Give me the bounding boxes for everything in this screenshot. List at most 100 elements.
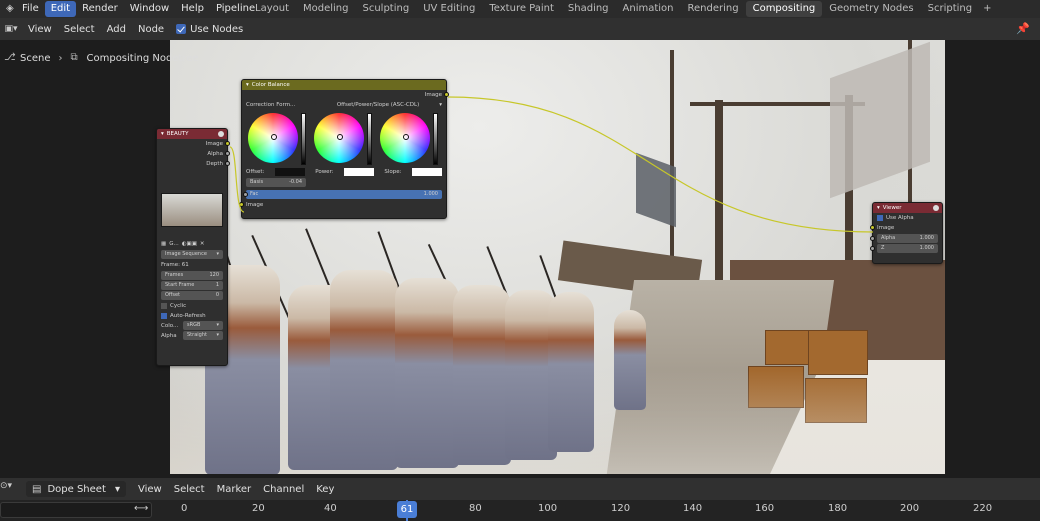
tab-texture-paint[interactable]: Texture Paint [482,1,561,17]
browse-icon[interactable]: ◐▣▣ [182,239,197,249]
preview-toggle-icon[interactable] [933,205,939,211]
chevron-right-icon: › [58,52,63,64]
tab-uv-editing[interactable]: UV Editing [416,1,482,17]
header-menu-node[interactable]: Node [132,24,170,35]
use-alpha-checkbox[interactable]: Use Alpha [873,213,942,223]
file-selector[interactable]: ▦ G... ◐▣▣ ✕ [157,239,227,249]
tick-label: 180 [828,503,848,514]
menu-render[interactable]: Render [76,1,124,17]
offset-value: 0 [215,292,219,298]
dope-menu-key[interactable]: Key [310,484,340,495]
socket-depth-out[interactable] [225,161,230,166]
image-node[interactable]: ▾ BEAUTY Image Alpha Depth ▦ G... ◐▣▣ ✕ … [156,128,230,366]
source-dropdown[interactable]: Image Sequence ▾ [161,250,223,259]
swap-arrows-icon[interactable]: ⟷ [134,503,148,514]
tab-scripting[interactable]: Scripting [921,1,979,17]
color-balance-node[interactable]: ▾ Color Balance Image Correction Form...… [239,79,449,219]
viewer-header[interactable]: ▾ Viewer [873,203,942,213]
tab-sculpting[interactable]: Sculpting [356,1,417,17]
socket-image-out[interactable] [444,92,449,97]
editor-type-selector[interactable]: ⊙▾ [0,481,12,491]
start-frame-field[interactable]: Start Frame 1 [161,281,223,290]
colorspace-dropdown[interactable]: sRGB ▾ [183,321,223,330]
blender-logo-icon[interactable]: ◈ [0,1,16,17]
dope-sheet-mode-dropdown[interactable]: ▤ Dope Sheet ▾ [26,481,126,497]
current-frame-indicator[interactable]: 61 [397,501,417,518]
auto-refresh-checkbox[interactable]: Auto-Refresh [157,311,227,321]
socket-fac-in[interactable] [243,192,248,197]
channel-search-input[interactable] [0,502,152,518]
editor-type-selector[interactable]: ▣▾ [0,21,22,37]
dope-sheet-icon: ▤ [32,483,42,495]
socket-image-in[interactable] [870,225,875,230]
power-color-wheel[interactable] [314,113,364,163]
close-icon[interactable]: ✕ [200,239,205,249]
offset-wheel-group [248,113,306,165]
file-name: G... [169,241,179,247]
viewer-node[interactable]: ▾ Viewer Use Alpha Image Alpha 1.000 Z 1.0… [870,202,943,264]
frames-label: Frames [165,272,184,278]
offset-label: Offset [165,292,181,298]
socket-image-out[interactable] [225,141,230,146]
soldier [614,310,646,410]
header-menu-add[interactable]: Add [101,24,132,35]
alpha-mode-dropdown[interactable]: Straight ▾ [183,331,223,340]
tab-shading[interactable]: Shading [561,1,616,17]
menu-help[interactable]: Help [175,1,210,17]
menu-window[interactable]: Window [124,1,175,17]
basis-label: Basis [250,179,264,185]
node-collapse-icon[interactable]: ▾ [161,131,164,137]
header-menu-select[interactable]: Select [58,24,101,35]
header-menu-view[interactable]: View [22,24,58,35]
frames-field[interactable]: Frames 120 [161,271,223,280]
dope-menu-marker[interactable]: Marker [211,484,258,495]
alpha-field[interactable]: Alpha 1.000 [870,234,938,243]
slope-value-slider[interactable] [433,113,438,165]
node-collapse-icon[interactable]: ▾ [246,82,249,88]
input-image: Image [239,200,446,210]
dope-menu-view[interactable]: View [132,484,168,495]
preview-toggle-icon[interactable] [218,131,224,137]
dope-menu-channel[interactable]: Channel [257,484,310,495]
socket-image-in[interactable] [239,202,244,207]
offset-value-slider[interactable] [301,113,306,165]
power-value-slider[interactable] [367,113,372,165]
z-field[interactable]: Z 1.000 [870,244,938,253]
z-label: Z [881,245,885,251]
socket-z-in[interactable] [870,246,875,251]
slope-swatch[interactable] [411,168,442,176]
socket-alpha-out[interactable] [225,151,230,156]
power-swatch[interactable] [344,168,374,176]
tab-layout[interactable]: Layout [248,1,296,17]
chevron-down-icon: ▾ [216,332,219,338]
basis-value: -0.04 [289,179,302,185]
node-collapse-icon[interactable]: ▾ [877,205,880,211]
fac-slider[interactable]: Fac 1.000 [243,190,442,199]
basis-field[interactable]: Basis -0.04 [246,178,306,187]
color-balance-header[interactable]: ▾ Color Balance [242,80,446,90]
color-balance-title: Color Balance [251,82,290,88]
tab-modeling[interactable]: Modeling [296,1,356,17]
offset-swatch[interactable] [274,168,305,176]
menu-edit[interactable]: Edit [44,1,77,17]
dope-menu-select[interactable]: Select [168,484,211,495]
image-node-header[interactable]: ▾ BEAUTY [157,129,227,139]
offset-field[interactable]: Offset 0 [161,291,223,300]
correction-dropdown[interactable]: Offset/Power/Slope (ASC-CDL) ▾ [337,100,442,110]
offset-color-wheel[interactable] [248,113,298,163]
menu-file[interactable]: File [16,1,45,17]
output-image-label: Image [205,141,223,147]
tab-rendering[interactable]: Rendering [681,1,746,17]
tab-compositing[interactable]: Compositing [745,1,823,17]
cyclic-checkbox[interactable]: Cyclic [157,301,227,311]
socket-alpha-in[interactable] [870,236,875,241]
tab-animation[interactable]: Animation [616,1,681,17]
slope-color-wheel[interactable] [380,113,430,163]
use-nodes-toggle[interactable]: Use Nodes [170,23,249,35]
offset-label: Offset: [246,169,265,175]
timeline-ruler[interactable]: ⟷ 0 20 40 61 80 100 120 140 160 180 200 … [0,500,1040,521]
tab-geometry-nodes[interactable]: Geometry Nodes [822,1,920,17]
add-workspace-button[interactable]: + [979,1,995,17]
pin-icon[interactable]: 📌 [1016,22,1030,35]
breadcrumb: ⎇ Scene › ⧉ Compositing Nodetree [0,40,200,76]
